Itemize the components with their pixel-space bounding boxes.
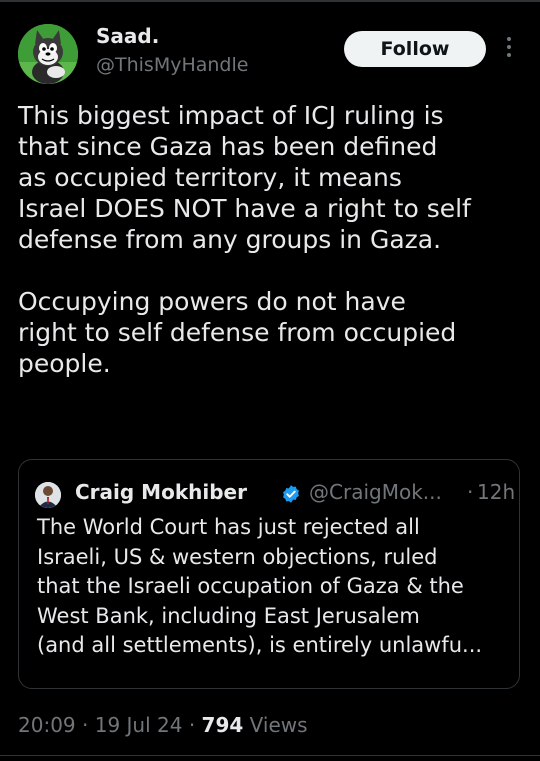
- author-name[interactable]: Saad.: [96, 24, 159, 48]
- views-label: Views: [249, 713, 308, 737]
- meta-separator: ·: [82, 713, 95, 737]
- bottom-divider: [0, 755, 540, 756]
- quoted-author-name[interactable]: Craig Mokhiber: [75, 480, 247, 504]
- cartoon-cat-avatar-image: [18, 24, 78, 84]
- quoted-author-avatar[interactable]: [35, 482, 61, 508]
- tweet-time[interactable]: 20:09: [18, 713, 76, 737]
- tweet-text: This biggest impact of ICJ ruling is tha…: [18, 101, 471, 378]
- views-count: 794: [201, 713, 244, 737]
- quoted-author-handle[interactable]: @CraigMok...: [309, 480, 442, 504]
- quoted-tweet-text: The World Court has just rejected all Is…: [37, 515, 483, 657]
- tweet-metadata: 20:09 · 19 Jul 24 · 794 Views: [18, 713, 308, 737]
- meta-separator: ·: [188, 713, 202, 737]
- verified-badge-icon: [281, 484, 301, 504]
- separator-dot: ·: [467, 480, 474, 504]
- top-divider: [0, 0, 540, 2]
- quoted-timestamp[interactable]: 12h: [477, 480, 515, 504]
- more-vertical-icon[interactable]: [502, 34, 516, 64]
- person-avatar-image: [35, 482, 61, 508]
- follow-button[interactable]: Follow: [344, 31, 486, 67]
- quoted-tweet-card[interactable]: Craig Mokhiber @CraigMok... · 12h The Wo…: [18, 459, 520, 689]
- author-avatar[interactable]: [18, 24, 78, 84]
- tweet-date[interactable]: 19 Jul 24: [95, 713, 183, 737]
- author-handle[interactable]: @ThisMyHandle: [96, 54, 248, 76]
